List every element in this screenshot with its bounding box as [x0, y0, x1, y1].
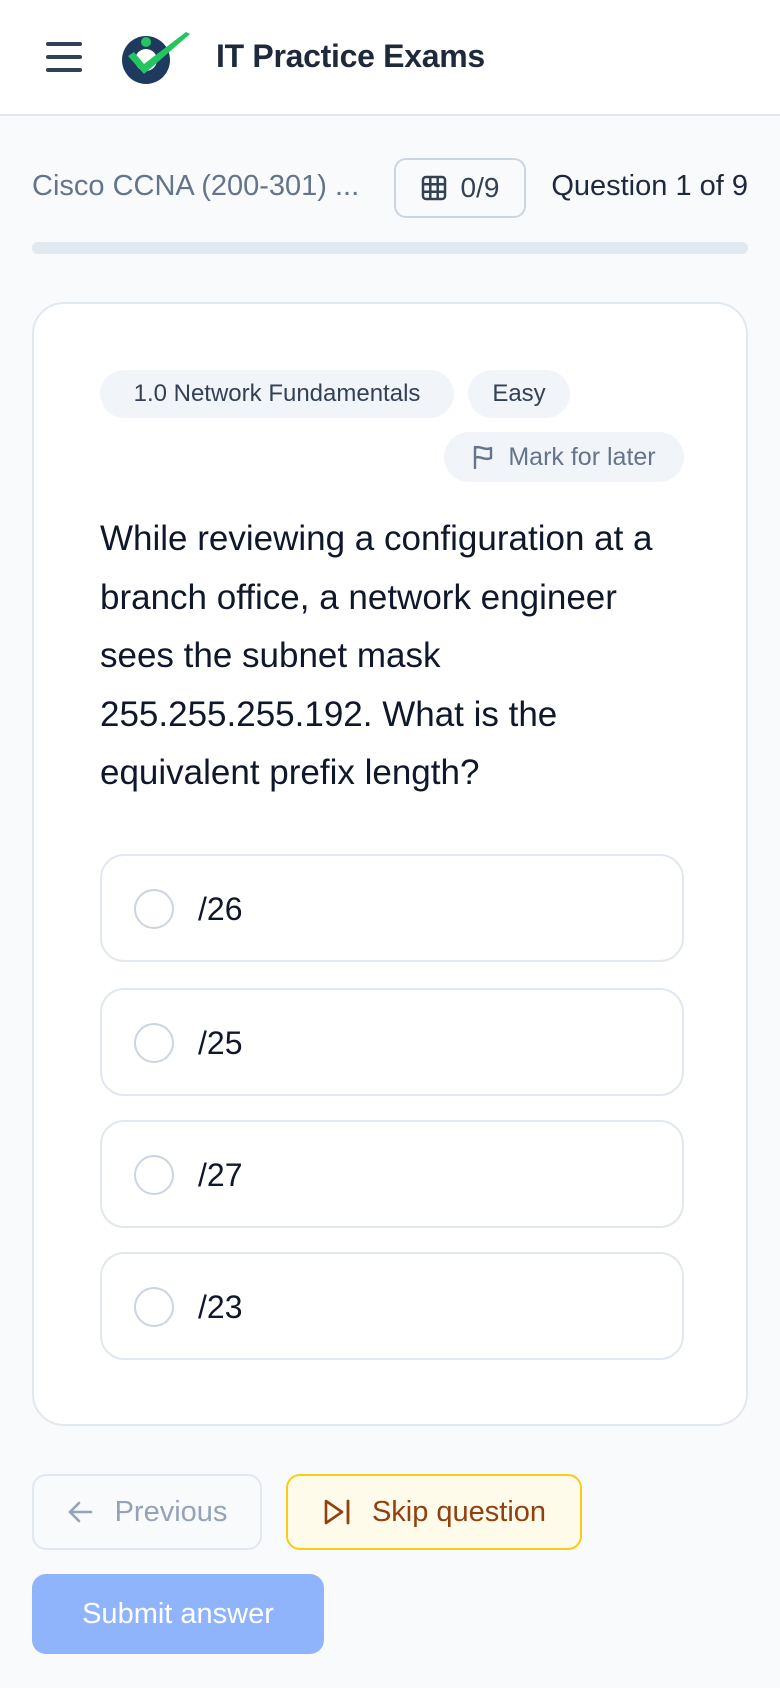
- submit-answer-button[interactable]: Submit answer: [32, 1574, 324, 1654]
- arrow-left-icon: [68, 1501, 92, 1523]
- previous-button[interactable]: Previous: [32, 1474, 262, 1550]
- answer-option-label: /25: [198, 1025, 243, 1061]
- question-grid-button[interactable]: 0/9: [394, 158, 526, 218]
- logo-icon: [122, 32, 190, 84]
- answer-option[interactable]: /25: [100, 988, 684, 1096]
- radio-button[interactable]: [134, 1155, 174, 1195]
- domain-tag: 1.0 Network Fundamentals: [100, 370, 454, 418]
- difficulty-tag: Easy: [468, 370, 570, 418]
- grid-icon: [421, 175, 446, 201]
- mark-for-later-button[interactable]: Mark for later: [444, 432, 684, 482]
- app-header: IT Practice Exams: [0, 0, 780, 116]
- answer-option-label: /23: [198, 1289, 243, 1325]
- hamburger-menu-icon[interactable]: [46, 40, 84, 74]
- answer-option[interactable]: /26: [100, 854, 684, 962]
- answer-option[interactable]: /23: [100, 1252, 684, 1360]
- radio-button[interactable]: [134, 889, 174, 929]
- question-card: 1.0 Network Fundamentals Easy Mark for l…: [32, 302, 748, 1426]
- exam-name: Cisco CCNA (200-301) ...: [32, 170, 360, 202]
- mark-for-later-label: Mark for later: [508, 442, 656, 471]
- answer-option[interactable]: /27: [100, 1120, 684, 1228]
- skip-question-button[interactable]: Skip question: [286, 1474, 582, 1550]
- app-title: IT Practice Exams: [216, 38, 485, 74]
- flag-icon: [474, 445, 493, 469]
- radio-button[interactable]: [134, 1023, 174, 1063]
- question-position: Question 1 of 9: [551, 170, 748, 202]
- previous-label: Previous: [114, 1495, 228, 1528]
- answered-count: 0/9: [460, 172, 500, 203]
- skip-question-label: Skip question: [371, 1495, 547, 1528]
- skip-forward-icon: [324, 1499, 350, 1525]
- radio-button[interactable]: [134, 1287, 174, 1327]
- progress-bar: [32, 242, 748, 254]
- answer-option-label: /26: [198, 891, 243, 927]
- answer-option-label: /27: [198, 1157, 243, 1193]
- question-text: While reviewing a configuration at a bra…: [100, 519, 653, 792]
